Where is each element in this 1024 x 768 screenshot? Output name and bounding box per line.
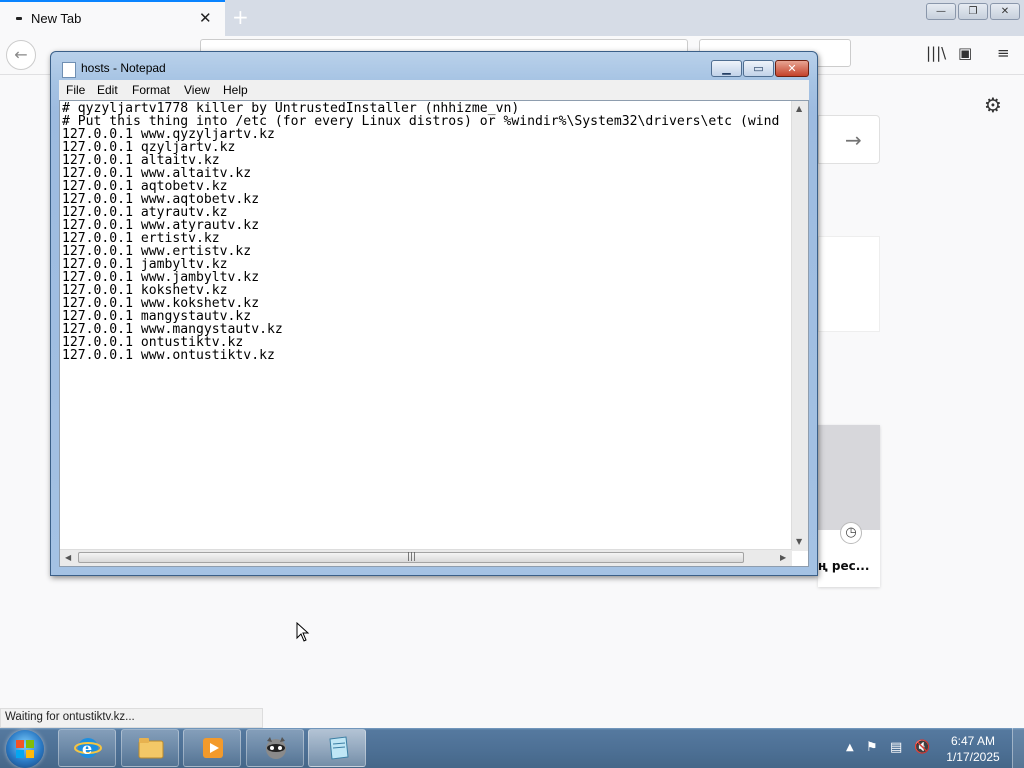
horizontal-scroll-thumb[interactable]: ||| — [78, 552, 744, 563]
card-thumbnail — [818, 425, 880, 530]
svg-text:e: e — [82, 739, 92, 758]
folder-icon — [138, 738, 164, 759]
menu-help[interactable]: Help — [223, 83, 248, 97]
show-desktop-button[interactable] — [1012, 728, 1024, 768]
start-button[interactable] — [6, 730, 44, 768]
arrow-right-icon: → — [845, 128, 862, 152]
clock-date: 1/17/2025 — [946, 750, 1000, 764]
menu-bar: File Edit Format View Help — [59, 80, 809, 100]
menu-view[interactable]: View — [184, 83, 210, 97]
tab-close-icon[interactable]: ✕ — [199, 9, 212, 27]
menu-file[interactable]: File — [66, 83, 85, 97]
tab-favicon-icon — [16, 17, 22, 20]
sidebar-icon[interactable]: ▣ — [958, 44, 972, 62]
minimize-button[interactable]: ▁ — [711, 60, 742, 77]
gear-icon[interactable]: ⚙ — [984, 93, 1002, 117]
taskbar-notepad[interactable] — [308, 729, 366, 767]
browser-tab-new-tab[interactable]: New Tab ✕ — [0, 0, 225, 36]
hamburger-menu-icon[interactable]: ≡ — [997, 44, 1010, 62]
taskbar-media-player[interactable] — [183, 729, 241, 767]
tab-title: New Tab — [31, 11, 82, 26]
browser-minimize-button[interactable]: — — [926, 3, 956, 20]
top-site-card[interactable] — [818, 236, 880, 332]
window-title: hosts - Notepad — [81, 61, 166, 75]
taskbar-internet-explorer[interactable]: e — [58, 729, 116, 767]
search-submit-button[interactable]: → — [818, 115, 880, 164]
notepad-icon — [62, 62, 76, 78]
status-bar-text: Waiting for ontustiktv.kz... — [0, 708, 263, 728]
scroll-right-icon[interactable]: ▶ — [780, 553, 786, 562]
network-icon[interactable]: ▤ — [890, 740, 902, 755]
horizontal-scrollbar[interactable]: ◀ ||| ▶ — [60, 549, 792, 566]
menu-format[interactable]: Format — [132, 83, 170, 97]
show-hidden-icons-icon[interactable]: ▲ — [846, 742, 854, 753]
raccoon-icon — [266, 737, 286, 759]
taskbar: e ▲ ⚑ ▤ 🔇 6:47 AM 1/17/2025 — [0, 728, 1024, 768]
browser-restore-button[interactable]: ❐ — [958, 3, 988, 20]
system-clock[interactable]: 6:47 AM 1/17/2025 — [936, 733, 1010, 765]
menu-edit[interactable]: Edit — [97, 83, 118, 97]
close-button[interactable]: ✕ — [775, 60, 809, 77]
internet-explorer-icon: e — [74, 738, 102, 758]
mouse-cursor-icon — [296, 622, 310, 642]
notepad-window: hosts - Notepad ▁ ▭ ✕ File Edit Format V… — [50, 51, 818, 576]
grip-icon: ||| — [407, 552, 417, 562]
text-editor[interactable]: # qyzyljartv1778 killer by UntrustedInst… — [59, 100, 809, 567]
maximize-button[interactable]: ▭ — [743, 60, 774, 77]
media-player-icon — [203, 738, 223, 758]
card-title: ң рес... — [818, 559, 870, 573]
scroll-up-icon[interactable]: ▲ — [796, 104, 802, 113]
new-tab-plus-icon[interactable]: + — [232, 5, 249, 29]
windows-logo-icon — [16, 740, 34, 758]
notepad-icon — [329, 736, 349, 760]
library-icon[interactable]: |||\ — [926, 44, 946, 62]
scroll-left-icon[interactable]: ◀ — [65, 553, 71, 562]
vertical-scrollbar[interactable]: ▲ ▼ — [791, 101, 808, 551]
action-center-flag-icon[interactable]: ⚑ — [866, 740, 878, 755]
browser-close-button[interactable]: ✕ — [990, 3, 1020, 20]
taskbar-file-explorer[interactable] — [121, 729, 179, 767]
clock-icon: ◷ — [840, 522, 862, 544]
scroll-down-icon[interactable]: ▼ — [796, 537, 802, 546]
taskbar-raccoon-app[interactable] — [246, 729, 304, 767]
volume-muted-icon[interactable]: 🔇 — [914, 740, 930, 755]
text-content[interactable]: # qyzyljartv1778 killer by UntrustedInst… — [62, 102, 790, 549]
text-line: 127.0.0.1 www.ontustiktv.kz — [62, 348, 275, 363]
highlight-card[interactable]: ◷ ң рес... — [818, 425, 880, 587]
back-arrow-icon[interactable]: ← — [6, 40, 36, 70]
clock-time: 6:47 AM — [950, 734, 996, 748]
browser-tab-bar: New Tab ✕ + — ❐ ✕ — [0, 0, 1024, 36]
